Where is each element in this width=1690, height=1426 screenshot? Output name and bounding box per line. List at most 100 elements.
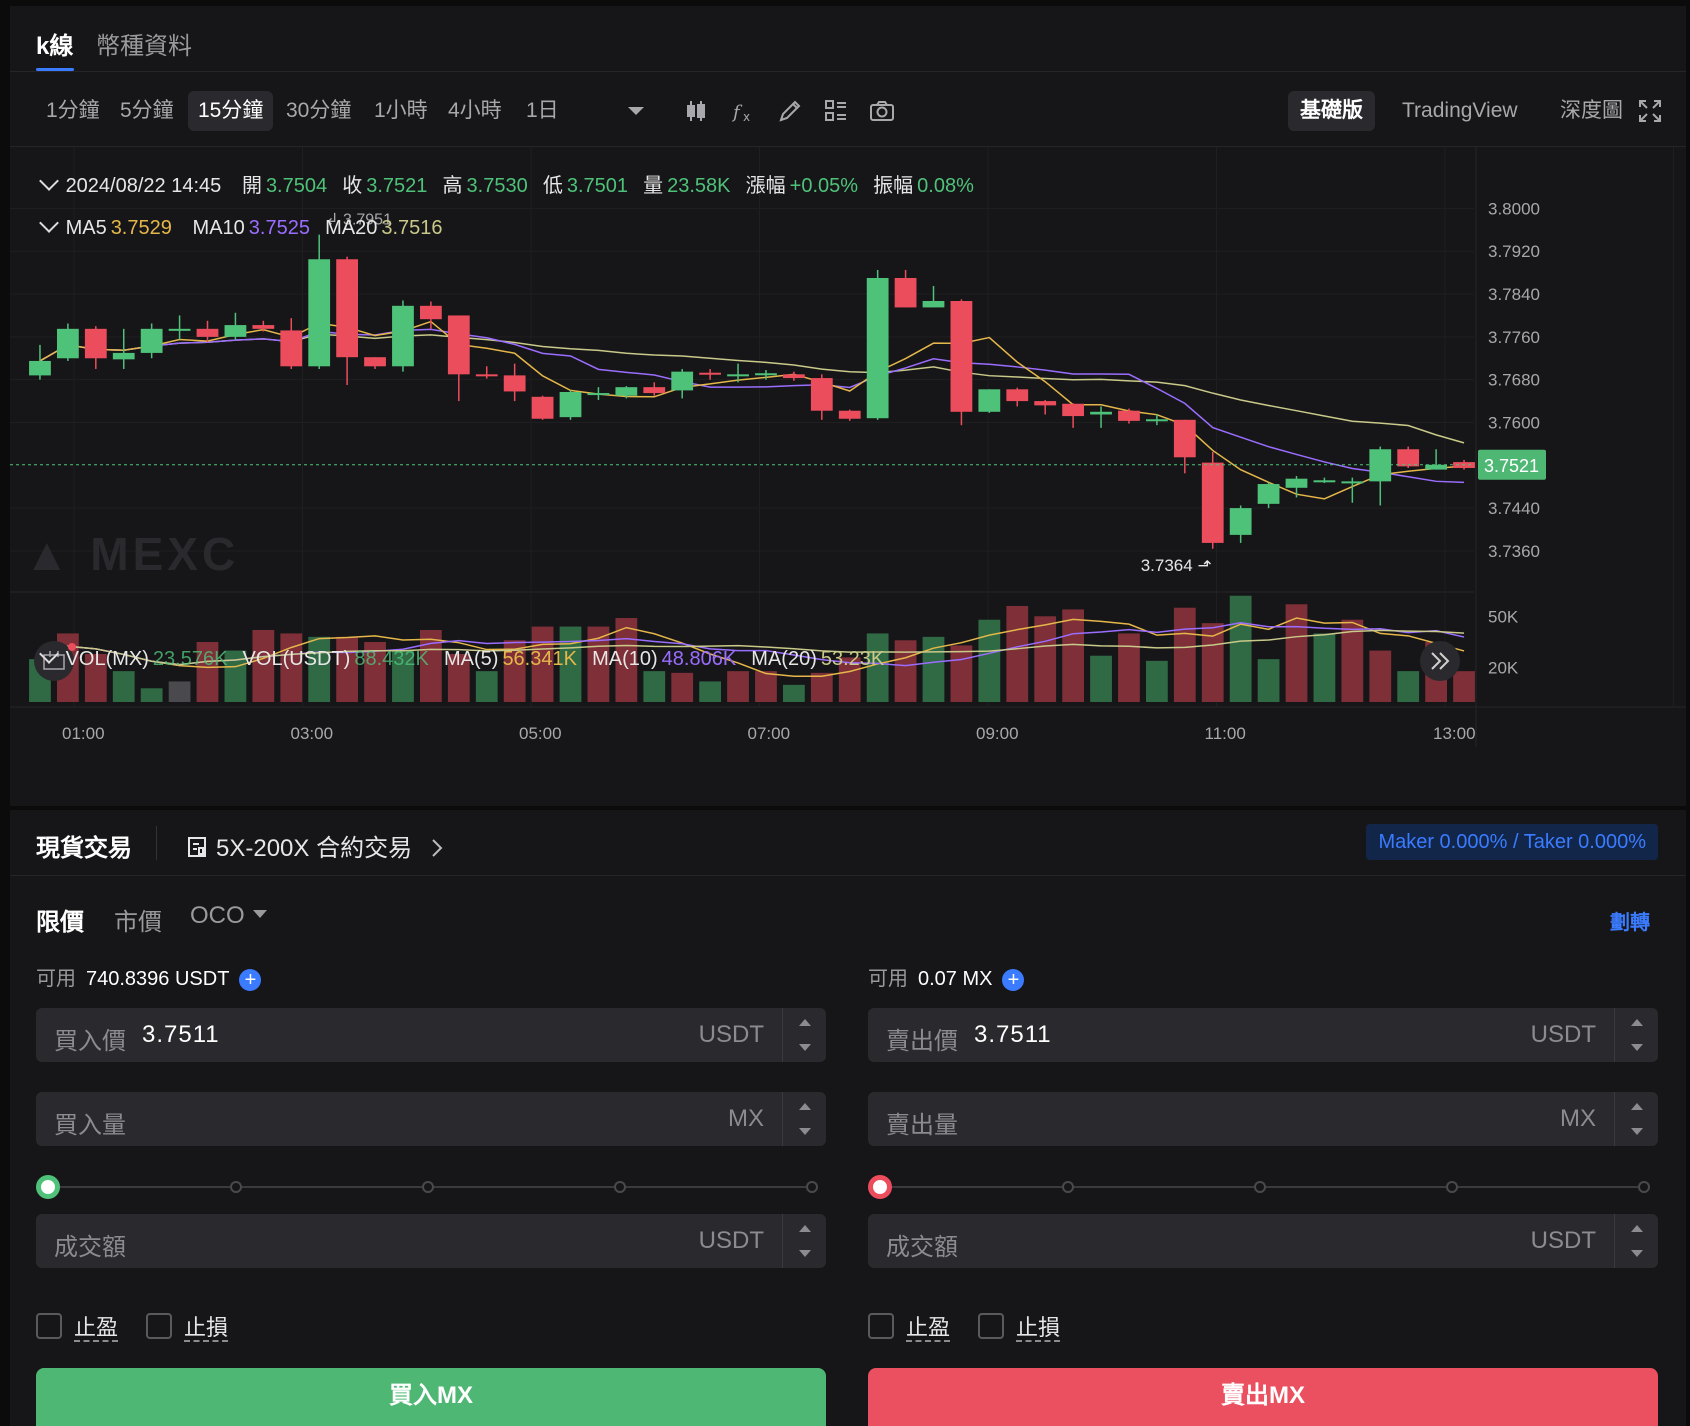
draw-pencil-icon[interactable] bbox=[776, 97, 804, 125]
slider-step-50[interactable] bbox=[422, 1181, 434, 1193]
slider-knob[interactable] bbox=[36, 1175, 60, 1199]
slider-step-75[interactable] bbox=[1446, 1181, 1458, 1193]
sell-percent-slider[interactable] bbox=[868, 1172, 1650, 1202]
buy-total-field[interactable]: 成交額 USDT bbox=[36, 1214, 826, 1268]
sell-price-field[interactable]: 賣出價 3.7511 USDT bbox=[868, 1008, 1658, 1062]
slider-knob[interactable] bbox=[868, 1175, 892, 1199]
slider-step-100[interactable] bbox=[1638, 1181, 1650, 1193]
sell-quantity-field[interactable]: 賣出量 MX bbox=[868, 1092, 1658, 1146]
candle-body bbox=[1369, 449, 1392, 482]
volume-bar bbox=[699, 681, 722, 702]
buy-button[interactable]: 買入MX bbox=[36, 1368, 826, 1426]
candle-body bbox=[224, 325, 247, 337]
sell-take-profit-checkbox[interactable]: 止盈 bbox=[868, 1310, 951, 1342]
indicator-fx-icon[interactable]: fx bbox=[730, 97, 758, 125]
candle-body bbox=[671, 371, 694, 391]
layout-grid-icon[interactable] bbox=[822, 97, 850, 125]
buy-take-profit-checkbox[interactable]: 止盈 bbox=[36, 1310, 119, 1342]
view-depth-button[interactable]: 深度圖 bbox=[1548, 91, 1635, 131]
collapse-chevron-icon[interactable] bbox=[39, 213, 59, 233]
buy-price-value[interactable]: 3.7511 bbox=[142, 1021, 220, 1049]
deposit-plus-icon[interactable]: + bbox=[1002, 968, 1025, 991]
sell-quantity-stepper[interactable] bbox=[1614, 1092, 1658, 1146]
stepper-up-icon[interactable] bbox=[799, 1019, 811, 1026]
timeframe-4h[interactable]: 4小時 bbox=[438, 91, 512, 131]
stepper-up-icon[interactable] bbox=[799, 1225, 811, 1232]
buy-price-label: 買入價 bbox=[54, 1028, 126, 1055]
candle bbox=[671, 368, 694, 399]
slider-step-50[interactable] bbox=[1254, 1181, 1266, 1193]
order-type-market[interactable]: 市價 bbox=[114, 902, 162, 937]
stepper-down-icon[interactable] bbox=[799, 1044, 811, 1051]
stepper-up-icon[interactable] bbox=[1631, 1225, 1643, 1232]
collapse-chevron-icon[interactable] bbox=[39, 171, 59, 191]
vol-usdt-value: 88.432K bbox=[354, 648, 429, 670]
sell-button[interactable]: 賣出MX bbox=[868, 1368, 1658, 1426]
timeframe-dropdown-icon[interactable] bbox=[622, 97, 650, 125]
candle bbox=[1425, 449, 1448, 470]
stepper-up-icon[interactable] bbox=[1631, 1019, 1643, 1026]
stepper-down-icon[interactable] bbox=[1631, 1044, 1643, 1051]
stepper-down-icon[interactable] bbox=[1631, 1128, 1643, 1135]
checkbox-box[interactable] bbox=[36, 1313, 62, 1339]
candle-body bbox=[140, 328, 163, 353]
volume-bar bbox=[643, 671, 666, 702]
timeframe-30m[interactable]: 30分鐘 bbox=[276, 91, 361, 131]
slider-step-25[interactable] bbox=[230, 1181, 242, 1193]
sell-price-stepper[interactable] bbox=[1614, 1008, 1658, 1062]
tab-coin-info[interactable]: 幣種資料 bbox=[96, 26, 192, 61]
timeframe-1h[interactable]: 1小時 bbox=[364, 91, 438, 131]
time-tick-label: 01:00 bbox=[62, 724, 105, 743]
candlestick-chart[interactable]: ▲ MEXC 3.7521 3.8000 3.7920 3.7840 3.7760 3.76… bbox=[10, 147, 1686, 806]
fullscreen-icon[interactable] bbox=[1636, 97, 1664, 125]
buy-quantity-field[interactable]: 買入量 MX bbox=[36, 1092, 826, 1146]
view-tradingview-button[interactable]: TradingView bbox=[1390, 91, 1530, 131]
sell-price-value[interactable]: 3.7511 bbox=[974, 1021, 1052, 1049]
ma10-label: MA10 bbox=[192, 217, 245, 239]
order-type-limit[interactable]: 限價 bbox=[36, 902, 84, 937]
candle bbox=[56, 323, 79, 361]
buy-price-field[interactable]: 買入價 3.7511 USDT bbox=[36, 1008, 826, 1062]
candle-body bbox=[1397, 449, 1420, 467]
buy-price-stepper[interactable] bbox=[782, 1008, 826, 1062]
sell-total-stepper[interactable] bbox=[1614, 1214, 1658, 1268]
order-type-oco[interactable]: OCO bbox=[190, 902, 269, 930]
timeframe-15m[interactable]: 15分鐘 bbox=[188, 91, 274, 131]
candle bbox=[364, 357, 386, 369]
view-basic-button[interactable]: 基礎版 bbox=[1288, 91, 1375, 131]
stepper-up-icon[interactable] bbox=[799, 1103, 811, 1110]
contract-trading-link[interactable]: 5X-200X 合約交易 bbox=[186, 828, 447, 863]
checkbox-box[interactable] bbox=[978, 1313, 1004, 1339]
ma20-value: 3.7516 bbox=[381, 217, 443, 239]
timeframe-1m[interactable]: 1分鐘 bbox=[36, 91, 110, 131]
buy-stop-loss-checkbox[interactable]: 止損 bbox=[146, 1310, 229, 1342]
camera-icon[interactable] bbox=[868, 97, 896, 125]
candlestick-type-icon[interactable] bbox=[682, 97, 710, 125]
buy-total-stepper[interactable] bbox=[782, 1214, 826, 1268]
stepper-down-icon[interactable] bbox=[799, 1128, 811, 1135]
stepper-down-icon[interactable] bbox=[1631, 1250, 1643, 1257]
stepper-up-icon[interactable] bbox=[1631, 1103, 1643, 1110]
stepper-down-icon[interactable] bbox=[799, 1250, 811, 1257]
stop-loss-label: 止損 bbox=[1016, 1315, 1061, 1342]
slider-step-25[interactable] bbox=[1062, 1181, 1074, 1193]
price-ma5-line bbox=[39, 320, 1465, 500]
buy-percent-slider[interactable] bbox=[36, 1172, 818, 1202]
timeframe-1d[interactable]: 1日 bbox=[516, 91, 569, 131]
tab-kline[interactable]: k線 bbox=[36, 26, 73, 61]
buy-quantity-stepper[interactable] bbox=[782, 1092, 826, 1146]
transfer-link[interactable]: 劃轉 bbox=[1610, 906, 1650, 935]
change-label: 漲幅 bbox=[745, 175, 786, 197]
candle-body bbox=[475, 374, 498, 377]
spot-trading-tab[interactable]: 現貨交易 bbox=[36, 828, 132, 863]
timeframe-5m[interactable]: 5分鐘 bbox=[110, 91, 184, 131]
candle-body bbox=[643, 387, 666, 394]
checkbox-box[interactable] bbox=[146, 1313, 172, 1339]
checkbox-box[interactable] bbox=[868, 1313, 894, 1339]
sell-total-field[interactable]: 成交額 USDT bbox=[868, 1214, 1658, 1268]
slider-step-100[interactable] bbox=[806, 1181, 818, 1193]
sell-stop-loss-checkbox[interactable]: 止損 bbox=[978, 1310, 1061, 1342]
deposit-plus-icon[interactable]: + bbox=[239, 968, 262, 991]
collapse-chevron-icon[interactable] bbox=[39, 644, 59, 664]
slider-step-75[interactable] bbox=[614, 1181, 626, 1193]
